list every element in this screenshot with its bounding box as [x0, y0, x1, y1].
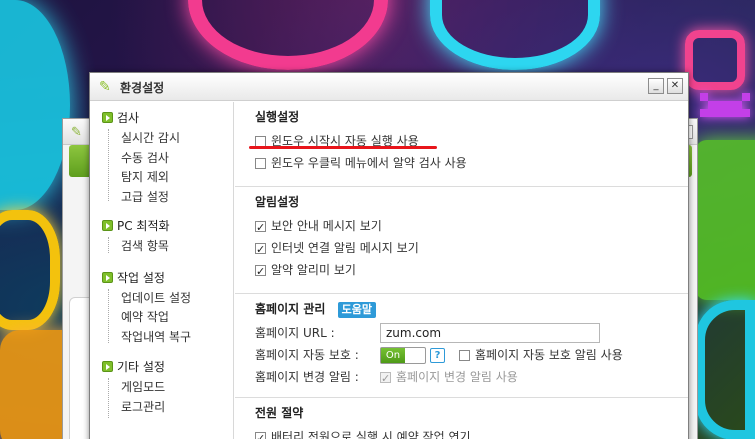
homepage-change-row: 홈페이지 변경 알림 : 홈페이지 변경 알림 사용 [255, 366, 688, 390]
green-arrow-icon [102, 112, 113, 123]
nav-group-task-settings: 작업 설정 업데이트 설정 예약 작업 작업내역 복구 [90, 267, 233, 348]
nav-item-advanced[interactable]: 고급 설정 [90, 188, 233, 208]
space-invader-decoration [700, 85, 750, 121]
option-security-msg[interactable]: 보안 안내 메시지 보기 [255, 215, 688, 239]
red-underline-annotation [249, 146, 437, 149]
section-title: 홈페이지 관리 [255, 302, 326, 316]
nav-group-label: PC 최적화 [117, 219, 170, 233]
neon-decoration [695, 140, 755, 300]
nav-item-scheduled[interactable]: 예약 작업 [90, 308, 233, 328]
nav-group-label: 작업 설정 [117, 270, 165, 285]
nav-item-game-mode[interactable]: 게임모드 [90, 378, 233, 398]
nav-group-scan: 검사 실시간 감시 수동 검사 탐지 제외 고급 설정 [90, 107, 233, 207]
help-button[interactable]: 도움말 [337, 302, 376, 318]
nav-item-search-items[interactable]: 검색 항목 [90, 237, 233, 257]
nav-item-log[interactable]: 로그관리 [90, 398, 233, 418]
option-battery-delay[interactable]: 배터리 전원으로 실행 시 예약 작업 연기 [255, 426, 688, 439]
neon-decoration [430, 0, 600, 70]
nav-item-restore[interactable]: 작업내역 복구 [90, 328, 233, 348]
nav-group-misc: 기타 설정 게임모드 로그관리 [90, 356, 233, 418]
nav-group-label: 검사 [117, 111, 140, 125]
context-menu-checkbox[interactable] [255, 157, 266, 169]
protect-alarm-checkbox[interactable] [459, 349, 470, 361]
change-alarm-checkbox[interactable] [380, 368, 391, 390]
nav-group-header[interactable]: PC 최적화 [90, 215, 233, 237]
homepage-url-row: 홈페이지 URL : [255, 322, 688, 344]
section-power: 전원 절약 배터리 전원으로 실행 시 예약 작업 연기 [235, 398, 688, 439]
nav-item-exclusions[interactable]: 탐지 제외 [90, 168, 233, 188]
section-title-row: 홈페이지 관리 도움말 [255, 300, 688, 318]
section-run: 실행설정 윈도우 시작시 자동 실행 사용 윈도우 우클릭 메뉴에서 알약 검사… [235, 102, 688, 187]
minimize-button[interactable]: _ [648, 78, 664, 94]
settings-dialog: ✎ 환경설정 _ ✕ 검사 실시간 감시 수동 검사 탐지 제외 고급 설정 P… [89, 72, 689, 439]
security-msg-checkbox[interactable] [255, 217, 266, 239]
dialog-title: 환경설정 [120, 81, 165, 95]
option-internet-msg[interactable]: 인터넷 연결 알림 메시지 보기 [255, 237, 688, 261]
battery-delay-checkbox[interactable] [255, 428, 266, 439]
settings-nav-tree: 검사 실시간 감시 수동 검사 탐지 제외 고급 설정 PC 최적화 검색 항목 [90, 102, 234, 439]
homepage-url-input[interactable] [380, 323, 600, 343]
section-alarm: 알림설정 보안 안내 메시지 보기 인터넷 연결 알림 메시지 보기 알약 알리… [235, 187, 688, 294]
homepage-protect-toggle[interactable]: On [380, 346, 426, 364]
homepage-protect-row: 홈페이지 자동 보호 : On ? 홈페이지 자동 보호 알림 사용 [255, 344, 688, 366]
option-label: 홈페이지 변경 알림 사용 [396, 370, 518, 384]
field-label: 홈페이지 변경 알림 : [255, 370, 359, 384]
option-label: 알약 알리미 보기 [271, 263, 356, 277]
neon-decoration [695, 300, 755, 439]
question-help-icon[interactable]: ? [430, 347, 445, 363]
nav-item-manual-scan[interactable]: 수동 검사 [90, 149, 233, 169]
neon-decoration [188, 0, 388, 70]
pencil-icon: ✎ [99, 79, 111, 95]
option-label: 배터리 전원으로 실행 시 예약 작업 연기 [271, 430, 471, 439]
nav-group-header[interactable]: 검사 [90, 107, 233, 129]
nav-group-header[interactable]: 작업 설정 [90, 267, 233, 289]
nav-group-label: 기타 설정 [117, 360, 165, 374]
toggle-on-label: On [381, 347, 405, 363]
section-title: 알림설정 [255, 195, 300, 209]
nav-group-header[interactable]: 기타 설정 [90, 356, 233, 378]
option-label: 홈페이지 자동 보호 알림 사용 [475, 348, 623, 362]
section-title: 전원 절약 [255, 406, 304, 420]
close-button[interactable]: ✕ [667, 78, 683, 94]
section-homepage: 홈페이지 관리 도움말 홈페이지 URL : 홈페이지 자동 보호 : On ?… [235, 294, 688, 398]
option-label: 윈도우 우클릭 메뉴에서 알약 검사 사용 [271, 156, 467, 170]
section-title: 실행설정 [255, 110, 300, 124]
field-label: 홈페이지 자동 보호 : [255, 348, 359, 362]
neon-decoration [685, 30, 745, 90]
green-arrow-icon [102, 361, 113, 372]
option-context-menu[interactable]: 윈도우 우클릭 메뉴에서 알약 검사 사용 [255, 152, 688, 174]
neon-decoration [0, 0, 70, 210]
option-label: 인터넷 연결 알림 메시지 보기 [271, 241, 419, 255]
internet-msg-checkbox[interactable] [255, 239, 266, 261]
option-label: 보안 안내 메시지 보기 [271, 219, 382, 233]
green-arrow-icon [102, 220, 113, 231]
green-arrow-icon [102, 271, 113, 283]
notifier-checkbox[interactable] [255, 261, 266, 283]
neon-decoration [0, 210, 60, 330]
pencil-icon: ✎ [71, 125, 82, 140]
field-label: 홈페이지 URL : [255, 326, 335, 340]
option-notifier[interactable]: 알약 알리미 보기 [255, 259, 688, 283]
nav-item-realtime[interactable]: 실시간 감시 [90, 129, 233, 149]
autostart-checkbox[interactable] [255, 135, 266, 147]
settings-content: 실행설정 윈도우 시작시 자동 실행 사용 윈도우 우클릭 메뉴에서 알약 검사… [235, 102, 688, 439]
nav-group-pc-optimize: PC 최적화 검색 항목 [90, 215, 233, 257]
nav-item-update[interactable]: 업데이트 설정 [90, 289, 233, 309]
dialog-titlebar[interactable]: ✎ 환경설정 _ ✕ [90, 73, 688, 101]
